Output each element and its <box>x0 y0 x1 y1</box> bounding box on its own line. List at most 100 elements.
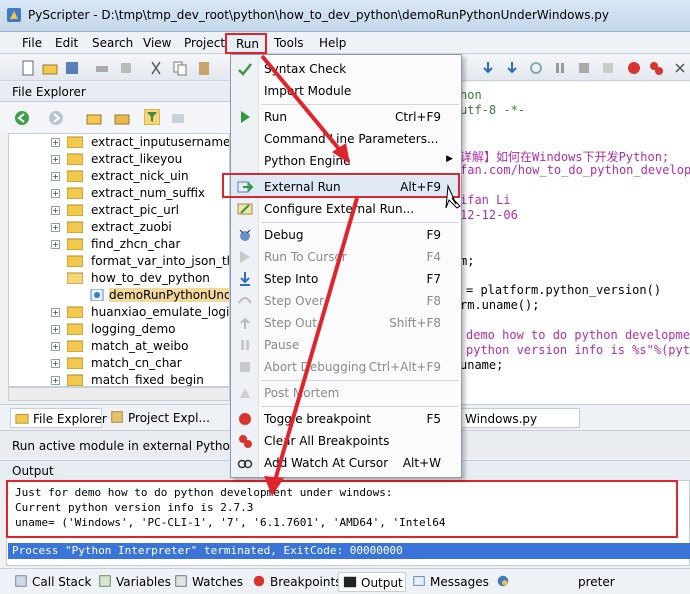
expand-icon[interactable]: + <box>51 206 60 215</box>
tree-item[interactable]: + extract_pic_url <box>9 202 229 219</box>
open-folder-icon[interactable] <box>42 60 58 76</box>
variables-icon <box>99 575 111 587</box>
post-mortem-toolbar-icon[interactable] <box>600 60 616 76</box>
tree-item[interactable]: + match_cn_char <box>9 355 229 372</box>
folder-view-icon[interactable] <box>114 110 130 126</box>
output-icon <box>343 576 357 588</box>
step-out-toolbar-icon[interactable] <box>528 60 544 76</box>
process-terminated-line: Process "Python Interpreter" terminated,… <box>8 543 690 559</box>
expand-icon[interactable]: + <box>51 342 60 351</box>
pyscripter-logo-icon <box>7 8 21 22</box>
output-title: Output <box>12 464 54 478</box>
expand-icon[interactable]: + <box>51 223 60 232</box>
expand-icon[interactable]: + <box>51 189 60 198</box>
step-into-toolbar-icon[interactable] <box>480 60 496 76</box>
expand-icon[interactable]: + <box>51 308 60 317</box>
menu-item-step-out[interactable]: Step Out Shift+F8 <box>231 312 461 334</box>
tab-messages[interactable]: Messages <box>408 572 489 592</box>
print-preview-icon[interactable] <box>118 60 134 76</box>
expand-icon[interactable]: + <box>51 172 60 181</box>
expand-icon[interactable]: + <box>51 325 60 334</box>
new-file-icon[interactable] <box>20 60 36 76</box>
print-icon[interactable] <box>94 60 110 76</box>
menu-item-run[interactable]: Run Ctrl+F9 <box>231 106 461 128</box>
menu-project[interactable]: Project <box>184 36 225 50</box>
tab-output[interactable]: Output <box>338 572 406 592</box>
tab-variables[interactable]: Variables <box>94 572 171 592</box>
code-line: uname; <box>460 358 504 372</box>
breakpoint-icon <box>239 413 251 425</box>
tab-call-stack[interactable]: Call Stack <box>10 572 92 592</box>
menu-item-abort-debugging[interactable]: Abort Debugging Ctrl+Alt+F9 <box>231 356 461 378</box>
menu-file[interactable]: File <box>22 36 42 50</box>
menu-run[interactable]: Run <box>225 33 267 54</box>
tree-item[interactable]: + extract_likeyou <box>9 151 229 168</box>
tab-project-explorer[interactable]: Project Expl... <box>106 408 210 428</box>
tree-item[interactable]: how_to_dev_python <box>9 270 229 287</box>
expand-icon[interactable]: + <box>51 240 60 249</box>
menu-item-clear-all-breakpoints[interactable]: Clear All Breakpoints <box>231 430 461 452</box>
tree-item[interactable]: + extract_nick_uin <box>9 168 229 185</box>
up-folder-icon[interactable] <box>86 110 102 126</box>
tree-item[interactable]: + match_at_weibo <box>9 338 229 355</box>
folder-icon <box>67 323 83 335</box>
clear-breakpoints-toolbar-icon[interactable] <box>648 60 664 76</box>
favorites-icon[interactable] <box>170 110 186 126</box>
expand-icon[interactable]: + <box>51 155 60 164</box>
tree-item[interactable]: + match_fixed_begin <box>9 372 229 386</box>
tree-item[interactable]: + extract_num_suffix <box>9 185 229 202</box>
expand-icon[interactable]: + <box>51 138 60 147</box>
menu-item-run-to-cursor[interactable]: Run To Cursor F4 <box>231 246 461 268</box>
folder-icon <box>67 357 83 369</box>
cut-icon[interactable] <box>148 60 164 76</box>
tree-item[interactable]: + find_zhcn_char <box>9 236 229 253</box>
forward-icon[interactable] <box>48 110 64 126</box>
tree-item[interactable]: + huanxiao_emulate_login <box>9 304 229 321</box>
tree-item[interactable]: + logging_demo <box>9 321 229 338</box>
tab-breakpoints[interactable]: Breakpoints <box>248 572 341 592</box>
menu-item-add-watch-at-cursor[interactable]: Add Watch At Cursor Alt+W <box>231 452 461 474</box>
expand-icon[interactable]: + <box>51 359 60 368</box>
menu-view[interactable]: View <box>143 36 171 50</box>
menu-item-python-engine[interactable]: Python Engine ▶ <box>231 150 461 172</box>
menu-item-step-into[interactable]: Step Into F7 <box>231 268 461 290</box>
tab-editor-file[interactable]: Windows.py <box>460 408 580 428</box>
abort-toolbar-icon[interactable] <box>576 60 592 76</box>
menu-edit[interactable]: Edit <box>55 36 78 50</box>
save-icon[interactable] <box>64 60 80 76</box>
pause-toolbar-icon[interactable] <box>552 60 568 76</box>
menu-help[interactable]: Help <box>319 36 346 50</box>
menu-item-command-line-parameters[interactable]: Command Line Parameters... <box>231 128 461 150</box>
menu-item-syntax-check[interactable]: Syntax Check <box>231 58 461 80</box>
menu-item-debug[interactable]: Debug F9 <box>231 224 461 246</box>
tree-item[interactable]: format_var_into_json_then <box>9 253 229 270</box>
close-icon[interactable] <box>672 60 688 76</box>
menu-item-pause[interactable]: Pause <box>231 334 461 356</box>
menu-search[interactable]: Search <box>92 36 133 50</box>
explorer-tabs: File Explorer Project Expl... <box>0 404 230 428</box>
menu-tools[interactable]: Tools <box>274 36 304 50</box>
paste-icon[interactable] <box>196 60 212 76</box>
breakpoint-toolbar-icon[interactable] <box>626 60 642 76</box>
tab-file-explorer[interactable]: File Explorer <box>10 408 107 428</box>
menu-item-toggle-breakpoint[interactable]: Toggle breakpoint F5 <box>231 408 461 430</box>
copy-icon[interactable] <box>172 60 188 76</box>
menu-item-step-over[interactable]: Step Over F8 <box>231 290 461 312</box>
horizontal-scrollbar[interactable] <box>8 387 230 401</box>
back-icon[interactable] <box>14 110 30 126</box>
folder-icon <box>15 414 29 424</box>
python-icon <box>497 575 509 587</box>
tree-item[interactable]: + extract_inputusername <box>9 134 229 151</box>
folder-icon <box>67 187 83 199</box>
menu-item-configure-external-run[interactable]: Configure External Run... <box>231 198 461 220</box>
tab-python-interpreter[interactable]: preter <box>492 572 615 592</box>
filter-icon[interactable] <box>144 109 160 125</box>
menu-item-import-module[interactable]: Import Module <box>231 80 461 102</box>
tree-item[interactable]: + extract_zuobi <box>9 219 229 236</box>
step-over-toolbar-icon[interactable] <box>504 60 520 76</box>
code-line: m; <box>460 254 475 268</box>
menu-item-post-mortem[interactable]: Post Mortem <box>231 382 461 404</box>
tree-item-selected[interactable]: demoRunPythonUnder <box>9 287 229 304</box>
expand-icon[interactable]: + <box>51 376 60 385</box>
tab-watches[interactable]: Watches <box>170 572 243 592</box>
